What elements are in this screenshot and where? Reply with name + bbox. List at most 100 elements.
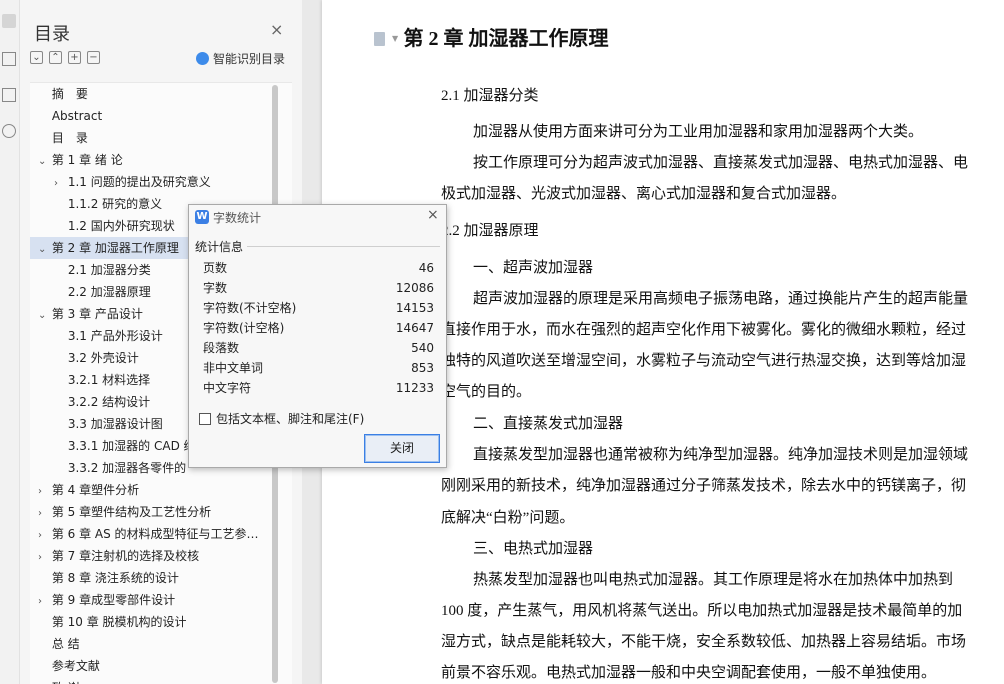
toc-item-label: 第 9 章成型零部件设计 <box>51 593 176 607</box>
stat-row: 非中文单词 853 <box>203 358 434 378</box>
stats-section-label: 统计信息 <box>195 240 244 254</box>
stat-value: 14153 <box>395 301 434 315</box>
toc-item-label: 3.2.2 结构设计 <box>67 395 151 409</box>
divider <box>247 246 440 247</box>
stat-label: 字符数(计空格) <box>203 321 285 335</box>
toc-item-label: 3.2 外壳设计 <box>67 351 139 365</box>
toc-toolbar: ⌄ ⌃ + − <box>30 51 100 64</box>
paragraph-line: 直接作用于水，而水在强烈的超声空化作用下被雾化。雾化的微细水颗粒，经过 <box>441 322 967 338</box>
chevron-icon[interactable]: › <box>38 525 48 545</box>
paragraph-line: 热蒸发型加湿器也叫电热式加湿器。其工作原理是将水在加热体中加热到 <box>473 572 954 588</box>
close-icon[interactable]: × <box>427 207 439 223</box>
checkbox-box[interactable] <box>199 412 211 425</box>
toc-item[interactable]: 总 结 <box>30 633 270 655</box>
wps-logo-icon: W <box>195 210 209 224</box>
toc-item-label: 总 结 <box>51 637 80 651</box>
stat-row: 段落数 540 <box>203 338 434 358</box>
stat-label: 非中文单词 <box>203 361 264 375</box>
smart-toc-button[interactable]: 智能识别目录 <box>196 50 285 67</box>
chevron-icon[interactable]: ⌄ <box>38 305 48 325</box>
subheading: 一、超声波加湿器 <box>473 260 594 276</box>
chevron-icon[interactable]: ⌄ <box>38 151 48 171</box>
toc-item-label: 3.3.2 加湿器各零件的 <box>67 461 187 475</box>
chevron-icon[interactable]: › <box>38 547 48 567</box>
toc-item-label: 第 8 章 浇注系统的设计 <box>51 571 179 585</box>
toc-item[interactable]: › 第 6 章 AS 的材料成型特征与工艺参… <box>30 523 270 545</box>
toc-item-label: 3.1 产品外形设计 <box>67 329 163 343</box>
chevron-icon[interactable]: ⌄ <box>38 239 48 259</box>
stat-row: 页数 46 <box>203 258 434 278</box>
toc-item-label: 第 2 章 加湿器工作原理 <box>51 241 179 255</box>
collapse-all-icon[interactable]: ⌄ <box>30 51 43 64</box>
chevron-icon[interactable]: › <box>38 503 48 523</box>
include-textbox-checkbox[interactable]: 包括文本框、脚注和尾注(F) <box>199 410 364 427</box>
stat-value: 11233 <box>395 381 434 395</box>
toc-item-label: 第 10 章 脱模机构的设计 <box>51 615 187 629</box>
subheading: 二、直接蒸发式加湿器 <box>473 416 624 432</box>
section-heading: 2.1 加湿器分类 <box>441 88 539 104</box>
bookmark-icon[interactable] <box>2 52 16 66</box>
stat-value: 853 <box>411 361 434 375</box>
toc-item[interactable]: Abstract <box>30 105 270 127</box>
paragraph-line: 加湿器从使用方面来讲可分为工业用加湿器和家用加湿器两个大类。 <box>473 124 924 140</box>
stat-label: 中文字符 <box>203 381 252 395</box>
chevron-icon[interactable]: › <box>38 591 48 611</box>
stat-row: 字数 12086 <box>203 278 434 298</box>
toc-item[interactable]: › 第 4 章塑件分析 <box>30 479 270 501</box>
toc-item-label: 参考文献 <box>51 659 100 673</box>
paragraph-line: 底解决“白粉”问题。 <box>441 510 575 526</box>
toc-item[interactable]: ⌄ 第 1 章 绪 论 <box>30 149 270 171</box>
paragraph-line: 直接蒸发型加湿器也通常被称为纯净型加湿器。纯净加湿技术则是加湿领域 <box>473 447 969 463</box>
remove-heading-icon[interactable]: − <box>87 51 100 64</box>
stat-label: 段落数 <box>203 341 240 355</box>
paragraph-line: 湿方式，缺点是能耗较大，不能干烧，安全系数较低、加热器上容易结垢。市场 <box>441 634 967 650</box>
word-count-dialog: W 字数统计 × 统计信息 页数 46 字数 12086 字符数(不计空格) 14153 字… <box>188 204 447 468</box>
expand-all-icon[interactable]: ⌃ <box>49 51 62 64</box>
toc-item-label: 摘 要 <box>51 87 88 101</box>
dialog-titlebar[interactable]: W 字数统计 × <box>189 205 446 229</box>
toc-item[interactable]: 第 8 章 浇注系统的设计 <box>30 567 270 589</box>
page-icon[interactable] <box>2 88 16 102</box>
toc-item-label: 2.1 加湿器分类 <box>67 263 151 277</box>
left-tool-rail <box>0 0 20 684</box>
toc-item-label: 第 4 章塑件分析 <box>51 483 140 497</box>
stat-value: 540 <box>411 341 434 355</box>
close-icon[interactable]: × <box>270 22 283 38</box>
paragraph-line: 独特的风道吹送至增湿空间，水雾粒子与流动空气进行热湿交换，达到等焓加湿 <box>441 353 967 369</box>
stat-label: 字数 <box>203 281 228 295</box>
subheading: 三、电热式加湿器 <box>473 541 594 557</box>
toc-item-label: 1.1.2 研究的意义 <box>67 197 163 211</box>
toc-toggle-icon[interactable] <box>2 14 16 28</box>
toc-item-label: 第 1 章 绪 论 <box>51 153 123 167</box>
paragraph-line: 100 度，产生蒸气，用风机将蒸气送出。所以电加热式加湿器是技术最简单的加 <box>441 603 963 619</box>
toc-item[interactable]: › 第 7 章注射机的选择及校核 <box>30 545 270 567</box>
toc-item-label: 目 录 <box>51 131 88 145</box>
toc-item-label: Abstract <box>51 109 103 123</box>
toc-item[interactable]: › 第 5 章塑件结构及工艺性分析 <box>30 501 270 523</box>
toc-item-label: 第 7 章注射机的选择及校核 <box>51 549 200 563</box>
toc-item[interactable]: 第 10 章 脱模机构的设计 <box>30 611 270 633</box>
search-icon[interactable] <box>2 124 16 138</box>
paragraph-line: 前景不容乐观。电热式加湿器一般和中央空调配套使用，一般不单独使用。 <box>441 665 937 681</box>
toc-item-label: 第 3 章 产品设计 <box>51 307 143 321</box>
add-heading-icon[interactable]: + <box>68 51 81 64</box>
toc-item[interactable]: 目 录 <box>30 127 270 149</box>
stat-value: 12086 <box>395 281 434 295</box>
toc-item[interactable]: 参考文献 <box>30 655 270 677</box>
stat-label: 页数 <box>203 261 228 275</box>
toc-item[interactable]: › 1.1 问题的提出及研究意义 <box>30 171 270 193</box>
toc-item[interactable]: 致 谢 <box>30 677 270 684</box>
close-button[interactable]: 关闭 <box>364 434 440 463</box>
paragraph-line: 超声波加湿器的原理是采用高频电子振荡电路，通过换能片产生的超声能量 <box>473 291 969 307</box>
toc-item-label: 第 6 章 AS 的材料成型特征与工艺参… <box>51 527 259 541</box>
toc-item-label: 1.2 国内外研究现状 <box>67 219 175 233</box>
paragraph-line: 空气的目的。 <box>441 384 532 400</box>
toc-item-label: 2.2 加湿器原理 <box>67 285 151 299</box>
stat-row: 字符数(不计空格) 14153 <box>203 298 434 318</box>
toc-item[interactable]: › 第 9 章成型零部件设计 <box>30 589 270 611</box>
chevron-icon[interactable]: › <box>38 481 48 501</box>
toc-item[interactable]: 摘 要 <box>30 83 270 105</box>
chevron-icon[interactable]: › <box>54 173 64 193</box>
toc-item-label: 1.1 问题的提出及研究意义 <box>67 175 211 189</box>
toc-item-label: 第 5 章塑件结构及工艺性分析 <box>51 505 212 519</box>
